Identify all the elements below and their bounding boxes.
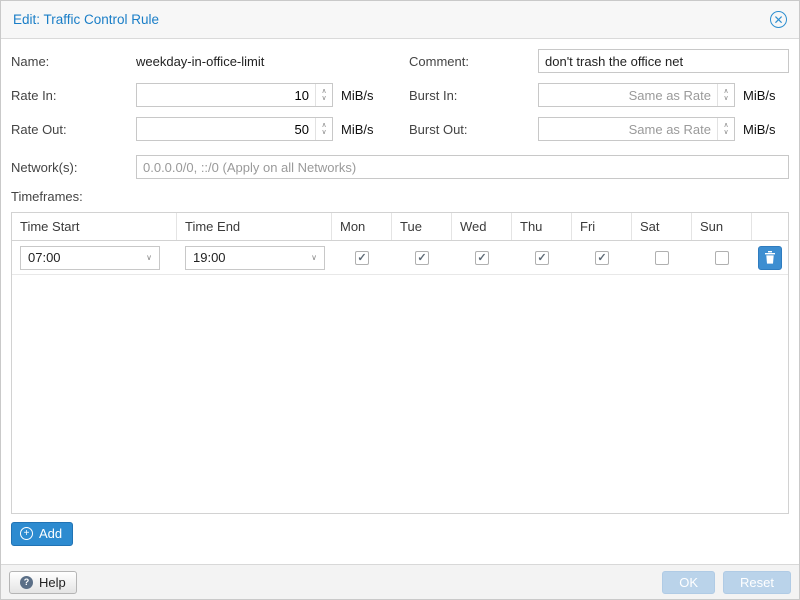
time-start-combo[interactable]: 07:00 ∨ bbox=[20, 246, 160, 270]
actions-cell bbox=[752, 241, 788, 274]
column-header-time-end[interactable]: Time End bbox=[177, 213, 332, 240]
name-label: Name: bbox=[11, 54, 136, 69]
close-icon[interactable]: ✕ bbox=[770, 11, 787, 28]
burst-out-spinner-icon[interactable]: ∧∨ bbox=[717, 118, 734, 140]
rate-in-unit: MiB/s bbox=[341, 88, 374, 103]
burst-out-unit: MiB/s bbox=[743, 122, 776, 137]
question-circle-icon: ? bbox=[20, 576, 33, 589]
column-header-sat[interactable]: Sat bbox=[632, 213, 692, 240]
rate-out-spinfield: ∧∨ bbox=[136, 117, 333, 141]
burst-in-spinfield: ∧∨ bbox=[538, 83, 735, 107]
chevron-down-icon: ∨ bbox=[146, 253, 152, 262]
dialog-body: Name: weekday-in-office-limit Comment: R… bbox=[1, 39, 799, 564]
burst-in-field-group: Burst In: ∧∨ MiB/s bbox=[409, 83, 789, 107]
column-header-mon[interactable]: Mon bbox=[332, 213, 392, 240]
sat-cell bbox=[632, 241, 692, 274]
ok-button[interactable]: OK bbox=[662, 571, 715, 594]
wed-cell bbox=[452, 241, 512, 274]
column-header-fri[interactable]: Fri bbox=[572, 213, 632, 240]
help-button[interactable]: ? Help bbox=[9, 571, 77, 594]
form-row-rate-burst-out: Rate Out: ∧∨ MiB/s Burst Out: ∧∨ MiB/s bbox=[11, 117, 789, 141]
time-start-value: 07:00 bbox=[28, 250, 61, 265]
help-button-label: Help bbox=[39, 575, 66, 590]
burst-out-label: Burst Out: bbox=[409, 122, 538, 137]
add-button[interactable]: + Add bbox=[11, 522, 73, 546]
column-header-actions bbox=[752, 221, 788, 233]
fri-checkbox[interactable] bbox=[595, 251, 609, 265]
column-header-thu[interactable]: Thu bbox=[512, 213, 572, 240]
rate-in-spinfield: ∧∨ bbox=[136, 83, 333, 107]
trash-icon bbox=[764, 251, 776, 264]
wed-checkbox[interactable] bbox=[475, 251, 489, 265]
dialog-titlebar: Edit: Traffic Control Rule ✕ bbox=[1, 1, 799, 39]
time-end-cell: 19:00 ∨ bbox=[177, 241, 332, 274]
name-value: weekday-in-office-limit bbox=[136, 54, 264, 69]
networks-label: Network(s): bbox=[11, 160, 136, 175]
rate-in-label: Rate In: bbox=[11, 88, 136, 103]
tue-checkbox[interactable] bbox=[415, 251, 429, 265]
mon-checkbox[interactable] bbox=[355, 251, 369, 265]
burst-out-input[interactable] bbox=[539, 118, 717, 140]
time-start-cell: 07:00 ∨ bbox=[12, 241, 177, 274]
column-header-tue[interactable]: Tue bbox=[392, 213, 452, 240]
networks-input[interactable] bbox=[136, 155, 789, 179]
rate-in-spinner-icon[interactable]: ∧∨ bbox=[315, 84, 332, 106]
sun-checkbox[interactable] bbox=[715, 251, 729, 265]
thu-checkbox[interactable] bbox=[535, 251, 549, 265]
rate-in-input[interactable] bbox=[137, 84, 315, 106]
rate-out-unit: MiB/s bbox=[341, 122, 374, 137]
comment-label: Comment: bbox=[409, 54, 538, 69]
rate-in-field-group: Rate In: ∧∨ MiB/s bbox=[11, 83, 409, 107]
reset-button[interactable]: Reset bbox=[723, 571, 791, 594]
delete-row-button[interactable] bbox=[758, 246, 782, 270]
form-row-name-comment: Name: weekday-in-office-limit Comment: bbox=[11, 49, 789, 73]
dialog-title: Edit: Traffic Control Rule bbox=[13, 12, 159, 27]
column-header-sun[interactable]: Sun bbox=[692, 213, 752, 240]
rate-out-input[interactable] bbox=[137, 118, 315, 140]
column-header-wed[interactable]: Wed bbox=[452, 213, 512, 240]
comment-input[interactable] bbox=[538, 49, 789, 73]
rate-out-field-group: Rate Out: ∧∨ MiB/s bbox=[11, 117, 409, 141]
timeframes-label: Timeframes: bbox=[11, 189, 789, 204]
burst-in-input[interactable] bbox=[539, 84, 717, 106]
sun-cell bbox=[692, 241, 752, 274]
fri-cell bbox=[572, 241, 632, 274]
burst-in-label: Burst In: bbox=[409, 88, 538, 103]
burst-out-spinfield: ∧∨ bbox=[538, 117, 735, 141]
name-field-group: Name: weekday-in-office-limit bbox=[11, 54, 409, 69]
tue-cell bbox=[392, 241, 452, 274]
dialog-footer: ? Help OK Reset bbox=[1, 564, 799, 599]
table-row: 07:00 ∨ 19:00 ∨ bbox=[12, 241, 788, 275]
time-end-combo[interactable]: 19:00 ∨ bbox=[185, 246, 325, 270]
column-header-time-start[interactable]: Time Start bbox=[12, 213, 177, 240]
sat-checkbox[interactable] bbox=[655, 251, 669, 265]
burst-in-unit: MiB/s bbox=[743, 88, 776, 103]
form-row-networks: Network(s): bbox=[11, 155, 789, 179]
timeframes-table-header: Time Start Time End Mon Tue Wed Thu Fri … bbox=[12, 213, 788, 241]
timeframes-table: Time Start Time End Mon Tue Wed Thu Fri … bbox=[11, 212, 789, 514]
timeframes-empty-area bbox=[12, 275, 788, 513]
rate-out-spinner-icon[interactable]: ∧∨ bbox=[315, 118, 332, 140]
form-row-rate-burst-in: Rate In: ∧∨ MiB/s Burst In: ∧∨ MiB/s bbox=[11, 83, 789, 107]
rate-out-label: Rate Out: bbox=[11, 122, 136, 137]
add-button-label: Add bbox=[39, 526, 62, 541]
mon-cell bbox=[332, 241, 392, 274]
comment-field-group: Comment: bbox=[409, 49, 789, 73]
thu-cell bbox=[512, 241, 572, 274]
burst-in-spinner-icon[interactable]: ∧∨ bbox=[717, 84, 734, 106]
plus-circle-icon: + bbox=[20, 527, 33, 540]
time-end-value: 19:00 bbox=[193, 250, 226, 265]
chevron-down-icon: ∨ bbox=[311, 253, 317, 262]
edit-traffic-control-rule-dialog: Edit: Traffic Control Rule ✕ Name: weekd… bbox=[0, 0, 800, 600]
burst-out-field-group: Burst Out: ∧∨ MiB/s bbox=[409, 117, 789, 141]
